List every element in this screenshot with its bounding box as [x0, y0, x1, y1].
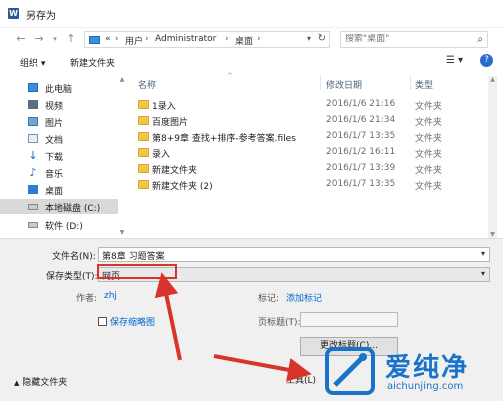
watermark: 爱纯净 aichunjing.com — [323, 345, 499, 397]
annotation-arrow-up — [154, 272, 182, 361]
watermark-url: aichunjing.com — [387, 381, 464, 392]
watermark-logo-icon — [325, 347, 375, 395]
annotation-arrow-right — [213, 354, 312, 382]
annotation-arrows — [154, 272, 312, 382]
watermark-text: 爱纯净 — [385, 353, 470, 383]
